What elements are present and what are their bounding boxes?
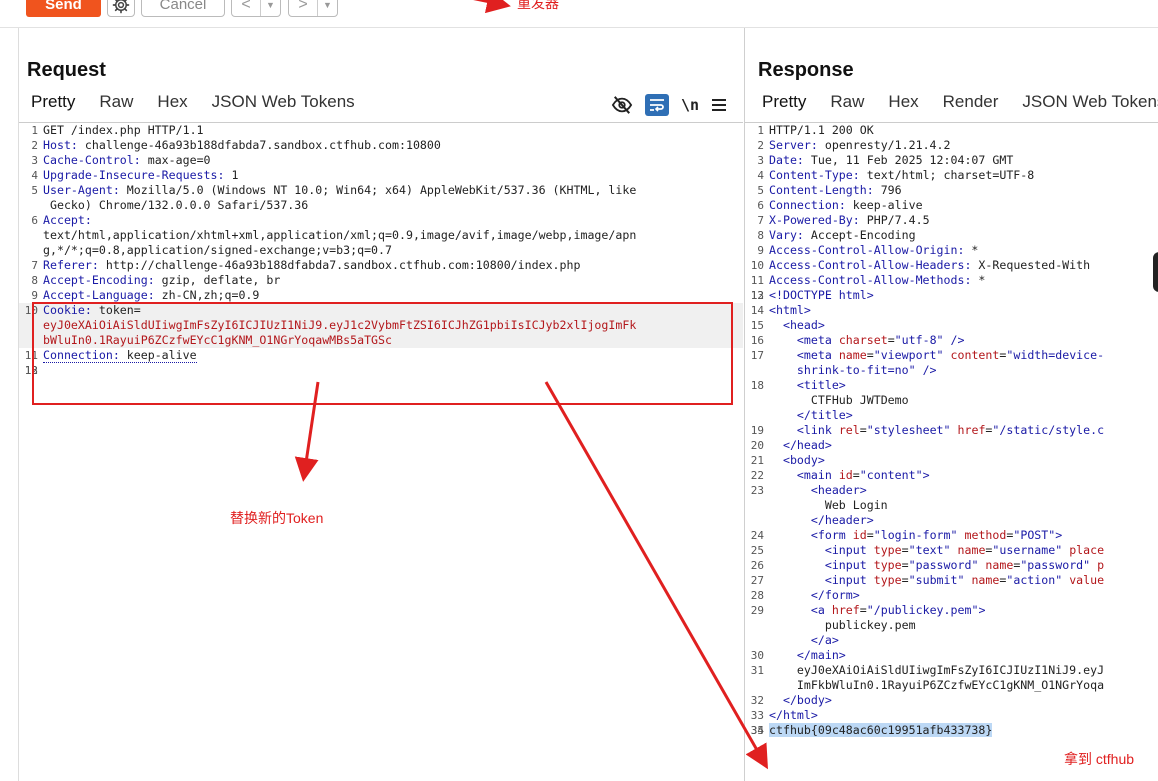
code-line: 27 <input type="submit" name="action" va… (750, 573, 1105, 587)
code-line: shrink-to-fit=no" /> (796, 363, 937, 377)
code-line: 1 GET /index.php HTTP/1.1 (31, 123, 204, 137)
forward-history-dropdown[interactable]: ▼ (317, 0, 337, 16)
code-line: 14 <html> (750, 303, 811, 317)
annotation-repeater: 重发器 (517, 0, 559, 11)
forward-button[interactable]: > ▼ (288, 0, 338, 17)
code-line: 7 X-Powered-By: PHP/7.4.5 (757, 213, 930, 227)
back-arrow-icon: < (241, 0, 251, 13)
annotation-got-flag: 拿到 ctfhub (1064, 751, 1135, 767)
code-line: 28 </form> (750, 588, 860, 602)
tab-hex[interactable]: Hex (888, 92, 918, 118)
response-tabs: Pretty Raw Hex Render JSON Web Tokens (745, 92, 1158, 118)
forward-arrow-icon: > (298, 0, 308, 13)
newline-icon[interactable]: \n (681, 96, 699, 114)
eye-off-icon[interactable] (611, 95, 633, 115)
code-line: 8 Vary: Accept-Encoding (757, 228, 916, 242)
tab-json-web-tokens[interactable]: JSON Web Tokens (1022, 92, 1158, 118)
code-line: </title> (796, 408, 853, 422)
gear-icon (112, 0, 130, 13)
code-line: 22 <main id="content"> (750, 468, 930, 482)
code-line: 21 <body> (750, 453, 825, 467)
code-line: 4 Upgrade-Insecure-Requests: 1 (31, 168, 239, 182)
back-history-dropdown[interactable]: ▼ (260, 0, 280, 16)
code-line: 17 <meta name="viewport" content="width=… (750, 348, 1105, 362)
code-line: 29 <a href="/publickey.pem"> (750, 603, 986, 617)
back-button[interactable]: < ▼ (231, 0, 281, 17)
code-line: 9 Access-Control-Allow-Origin: * (757, 243, 979, 257)
code-line: text/html,application/xhtml+xml,applicat… (43, 228, 637, 242)
code-line: 20 </head> (750, 438, 832, 452)
code-line: g,*/*;q=0.8,application/signed-exchange;… (43, 243, 393, 257)
code-line: 8 Accept-Encoding: gzip, deflate, br (31, 273, 281, 287)
code-line: Web Login (824, 498, 888, 512)
code-line: 2 Server: openresty/1.21.4.2 (757, 138, 951, 152)
response-viewer[interactable]: 1 HTTP/1.1 200 OK 2 Server: openresty/1.21… (745, 122, 1158, 781)
tab-json-web-tokens[interactable]: JSON Web Tokens (212, 92, 355, 118)
send-button[interactable]: Send (26, 0, 101, 17)
request-title: Request (27, 59, 106, 81)
floating-widget-edge[interactable] (1153, 252, 1158, 292)
code-line: 1 HTTP/1.1 200 OK (757, 123, 874, 137)
wrap-lines-icon[interactable] (644, 94, 669, 116)
response-pane: Response Pretty Raw Hex Render JSON Web … (744, 28, 1158, 781)
tab-render[interactable]: Render (943, 92, 999, 118)
code-line: 6 Accept: (31, 213, 92, 227)
tab-hex[interactable]: Hex (157, 92, 187, 118)
toolbar: Send Cancel < ▼ > ▼ 重发器 (0, 0, 1158, 28)
code-line: 9 Accept-Language: zh-CN,zh;q=0.9 (31, 288, 260, 302)
code-line: 19 <link rel="stylesheet" href="/static/… (750, 423, 1105, 437)
tab-pretty[interactable]: Pretty (762, 92, 806, 118)
flag-selection: ctfhub{09c48ac60c19951afb433738} (769, 723, 993, 737)
annotation-cookie-box (32, 302, 733, 405)
code-line: 11 Access-Control-Allow-Methods: * (750, 273, 986, 287)
tab-raw[interactable]: Raw (830, 92, 864, 118)
code-line: 33 </html> (750, 708, 818, 722)
request-editor[interactable]: 1 GET /index.php HTTP/1.1 2 Host: challeng… (19, 122, 743, 781)
code-line: 13 <!DOCTYPE html> (750, 288, 874, 302)
code-line: 3 Cache-Control: max-age=0 (31, 153, 211, 167)
repeater-window: Send Cancel < ▼ > ▼ 重发器 Request Pretty R… (0, 0, 1158, 781)
code-line: 26 <input type="password" name="password… (750, 558, 1105, 572)
code-line: eyJ0eXAiOiAiSldUIiwgImFsZyI6ICJIUzI1NiJ9… (796, 663, 1105, 677)
menu-icon[interactable] (711, 98, 727, 112)
code-line: 25 <input type="text" name="username" pl… (750, 543, 1105, 557)
code-line: 4 Content-Type: text/html; charset=UTF-8 (757, 168, 1035, 182)
code-line: CTFHub JWTDemo (810, 393, 909, 407)
code-line: 2 Host: challenge-46a93b188dfabda7.sandbo… (31, 138, 441, 152)
code-line: Gecko) Chrome/132.0.0.0 Safari/537.36 (43, 198, 309, 212)
code-line: 18 <title> (750, 378, 846, 392)
settings-button[interactable] (107, 0, 135, 17)
code-line: 5 User-Agent: Mozilla/5.0 (Windows NT 10.… (31, 183, 637, 197)
tab-pretty[interactable]: Pretty (31, 92, 75, 118)
request-view-controls: \n (611, 92, 727, 118)
code-line: 5 Content-Length: 796 (757, 183, 902, 197)
code-line: 16 <meta charset="utf-8" /> (750, 333, 965, 347)
response-title: Response (758, 59, 854, 81)
code-line: </a> (810, 633, 839, 647)
tab-raw[interactable]: Raw (99, 92, 133, 118)
code-line: 32 </body> (750, 693, 832, 707)
code-line: 6 Connection: keep-alive (757, 198, 923, 212)
code-line: 3 Date: Tue, 11 Feb 2025 12:04:07 GMT (757, 153, 1014, 167)
code-line: 30 </main> (750, 648, 846, 662)
cancel-button[interactable]: Cancel (141, 0, 225, 17)
code-line: 24 <form id="login-form" method="POST"> (750, 528, 1063, 542)
code-line: publickey.pem (824, 618, 916, 632)
code-line: 7 Referer: http://challenge-46a93b188dfab… (31, 258, 581, 272)
annotation-replace-token: 替换新的Token (230, 510, 324, 526)
code-line: 23 <header> (750, 483, 867, 497)
flag-line: 35 ctfhub{09c48ac60c19951afb433738} (750, 723, 993, 737)
code-line: 15 <head> (750, 318, 825, 332)
code-line: </header> (810, 513, 874, 527)
code-line: ImFkbWluIn0.1RayuiP6ZCzfwEYcC1gKNM_O1NGr… (796, 678, 1105, 692)
code-line: 10 Access-Control-Allow-Headers: X-Reques… (750, 258, 1091, 272)
